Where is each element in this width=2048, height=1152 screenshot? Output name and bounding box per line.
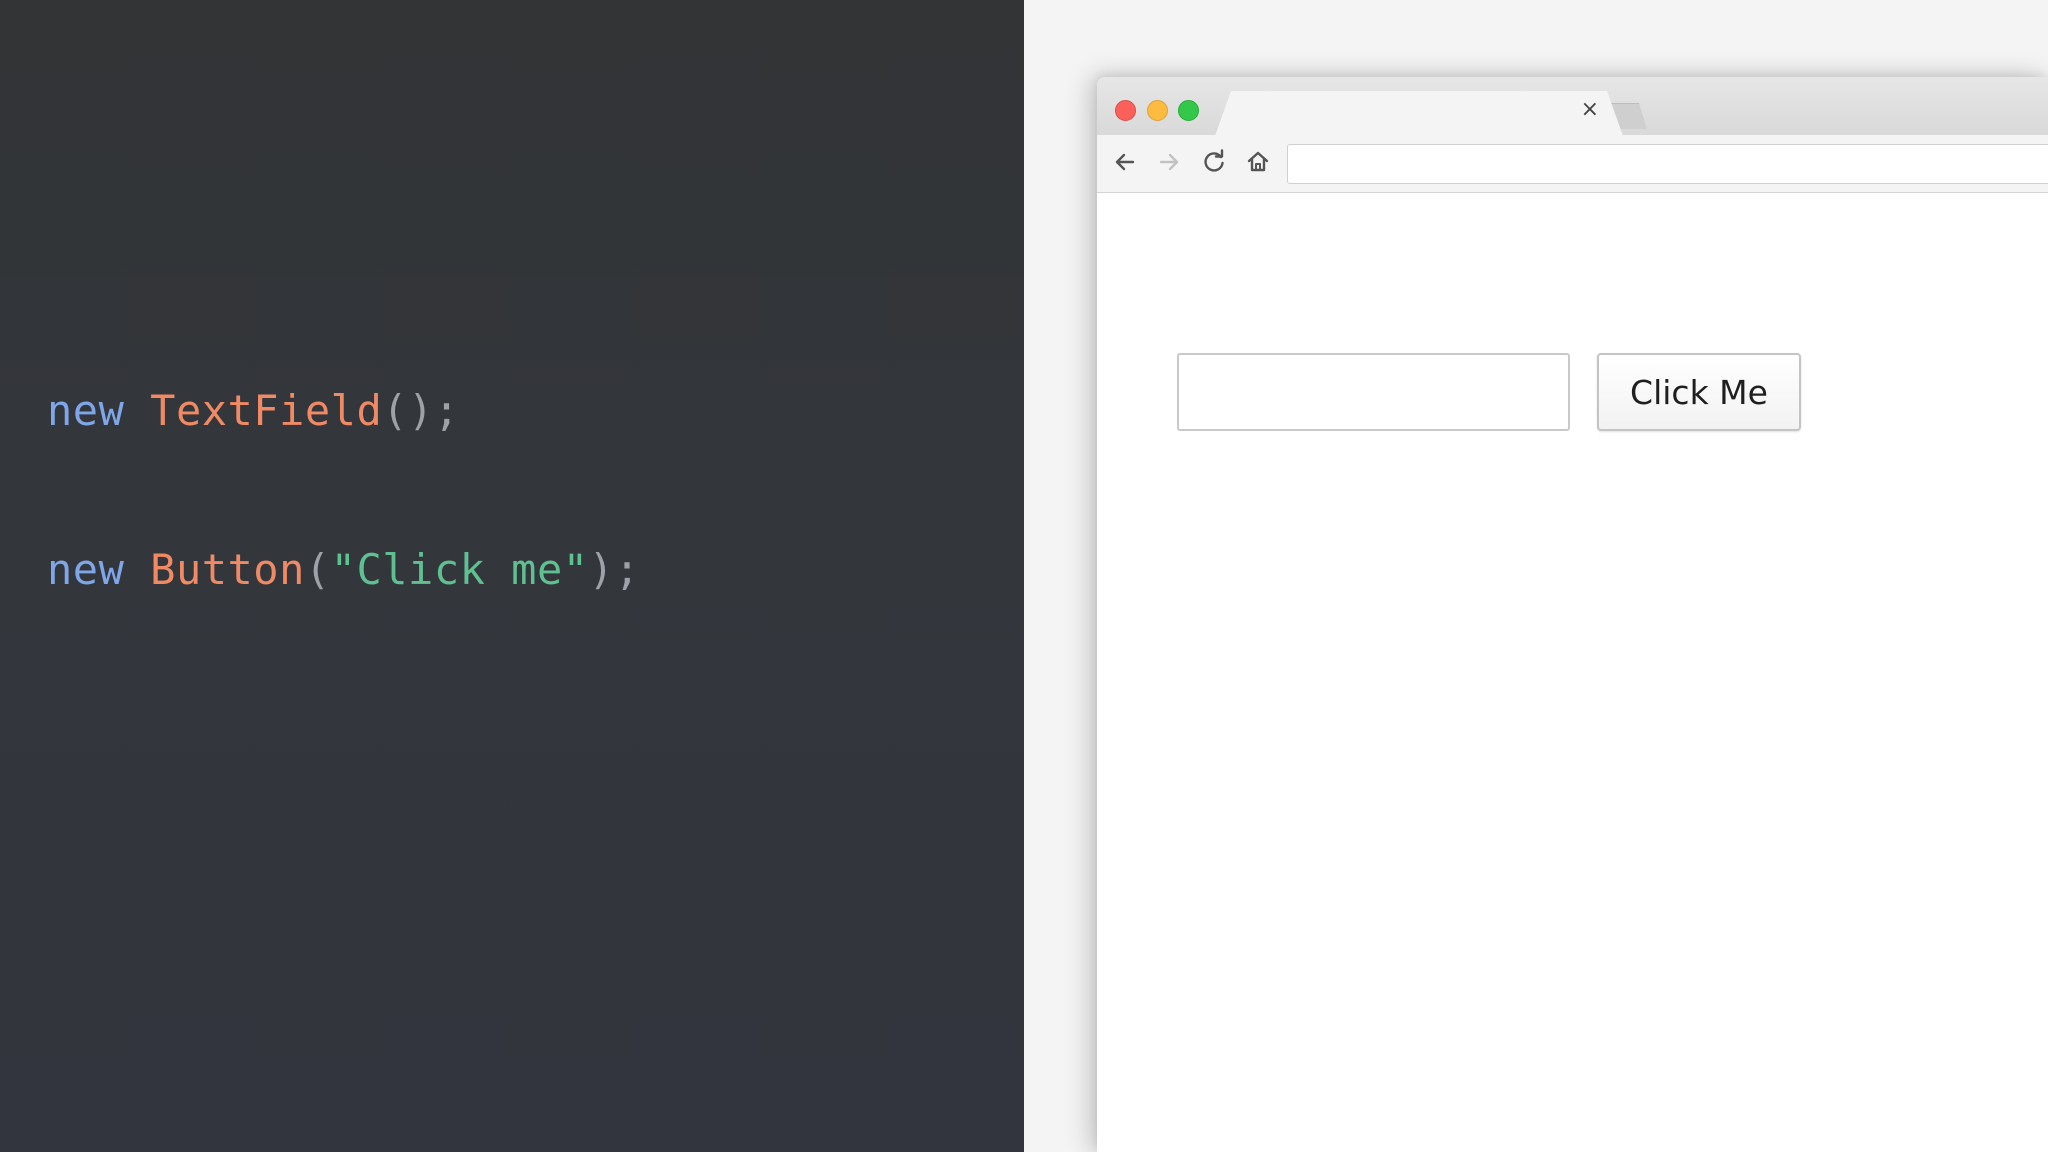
- click-me-button[interactable]: Click Me: [1597, 353, 1801, 431]
- window-close-button[interactable]: [1115, 100, 1136, 121]
- text-field[interactable]: [1177, 353, 1570, 431]
- home-button[interactable]: [1241, 145, 1275, 179]
- forward-button[interactable]: [1152, 145, 1186, 179]
- window-maximize-button[interactable]: [1178, 100, 1199, 121]
- code-editor: new TextField(); new Button("Click me");: [0, 0, 1024, 1152]
- close-token: );: [408, 386, 460, 435]
- keyword-token: new: [47, 545, 125, 594]
- window-minimize-button[interactable]: [1147, 100, 1168, 121]
- type-token: Button: [150, 545, 305, 594]
- string-token: "Click me": [330, 545, 589, 594]
- type-token: TextField: [150, 386, 383, 435]
- browser-window: × Click Me: [1097, 77, 2048, 1152]
- back-button[interactable]: [1108, 145, 1142, 179]
- browser-toolbar: [1097, 135, 2048, 193]
- arrow-right-icon: [1159, 153, 1179, 171]
- browser-titlebar[interactable]: ×: [1097, 77, 2048, 136]
- browser-tab[interactable]: ×: [1215, 91, 1623, 136]
- open-paren-token: (: [304, 545, 331, 594]
- open-paren-token: (: [382, 386, 409, 435]
- tab-close-icon[interactable]: ×: [1581, 97, 1599, 122]
- keyword-token: new: [47, 386, 125, 435]
- code-line-textfield: new TextField();: [47, 384, 640, 437]
- code-line-button: new Button("Click me");: [47, 543, 640, 596]
- address-bar[interactable]: [1287, 144, 2048, 184]
- page-viewport: Click Me: [1097, 193, 2048, 1152]
- reload-button[interactable]: [1197, 145, 1231, 179]
- close-token: );: [588, 545, 641, 594]
- reload-icon: [1204, 149, 1224, 172]
- arrow-left-icon: [1115, 153, 1135, 171]
- code-block: new TextField(); new Button("Click me");: [47, 278, 640, 702]
- home-icon: [1247, 151, 1269, 172]
- screen: new TextField(); new Button("Click me");…: [0, 0, 2048, 1152]
